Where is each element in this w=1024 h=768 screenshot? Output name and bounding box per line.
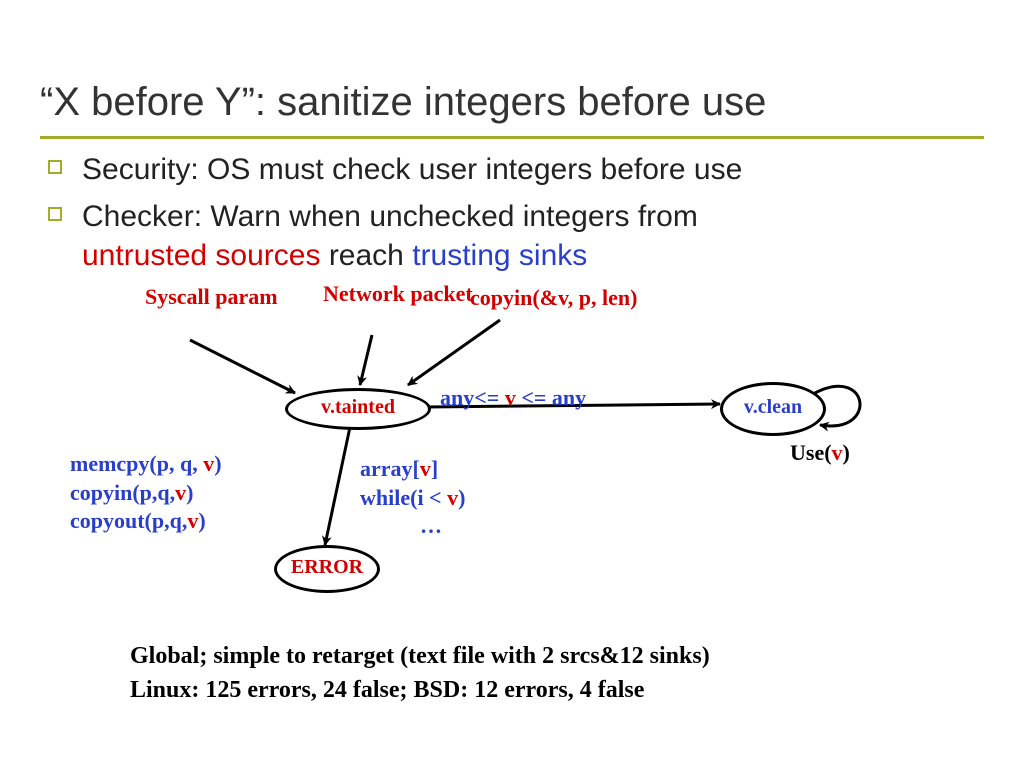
bullet-2-pre: Checker: Warn when unchecked integers fr… [82, 200, 698, 233]
sink-memcpy: memcpy(p, q, v) [70, 450, 222, 479]
any-right: <= any [516, 385, 586, 410]
footnote-line-2: Linux: 125 errors, 24 false; BSD: 12 err… [130, 674, 710, 708]
footnote-area: Global; simple to retarget (text file wi… [130, 640, 710, 707]
diagram-area: Syscall param Network packet copyin(&v, … [70, 285, 970, 615]
footnote-line-1: Global; simple to retarget (text file wi… [130, 640, 710, 674]
label-network-text: Network packet [323, 281, 473, 306]
node-clean: v.clean [720, 382, 826, 436]
label-syscall-text: Syscall param [145, 285, 255, 309]
copyout-post: ) [198, 508, 205, 533]
while-pre: while(i < [360, 485, 447, 510]
transition-any-check: any<= v <= any [440, 385, 586, 411]
array-v: v [420, 456, 431, 481]
memcpy-pre: memcpy(p, q, [70, 451, 203, 476]
memcpy-post: ) [214, 451, 221, 476]
use-pre: Use( [790, 440, 832, 465]
label-use-v: Use(v) [790, 440, 850, 466]
label-copyin-top-text: copyin(&v, p, len) [470, 285, 637, 310]
node-tainted-text: v.tainted [321, 396, 395, 418]
copyout-v: v [187, 508, 198, 533]
while-post: ) [458, 485, 465, 510]
slide-title: “X before Y”: sanitize integers before u… [40, 80, 766, 125]
sink-array: array[v] [360, 455, 465, 484]
sink-list-right: array[v] while(i < v) … [360, 455, 465, 541]
memcpy-v: v [203, 451, 214, 476]
bullet-list: Security: OS must check user integers be… [48, 150, 742, 283]
while-v: v [447, 485, 458, 510]
bullet-2-red: untrusted sources [82, 239, 320, 272]
copyin2-v: v [175, 480, 186, 505]
sink-copyout: copyout(p,q,v) [70, 507, 222, 536]
bullet-2-blue: trusting sinks [412, 239, 587, 272]
bullet-2-mid: reach [329, 239, 412, 272]
bullet-2: Checker: Warn when unchecked integers fr… [48, 197, 742, 275]
use-post: ) [843, 440, 850, 465]
sink-ellipsis: … [360, 512, 465, 541]
sink-while: while(i < v) [360, 484, 465, 513]
node-tainted: v.tainted [285, 388, 431, 430]
node-clean-text: v.clean [744, 396, 802, 418]
array-pre: array[ [360, 456, 420, 481]
array-post: ] [431, 456, 438, 481]
use-v: v [832, 440, 843, 465]
bullet-1-text: Security: OS must check user integers be… [82, 153, 742, 186]
label-network-packet: Network packet [323, 282, 443, 306]
node-error: ERROR [274, 545, 380, 593]
sink-copyin: copyin(p,q,v) [70, 479, 222, 508]
any-v: v [505, 385, 516, 410]
node-error-text: ERROR [291, 556, 363, 578]
copyin2-post: ) [186, 480, 193, 505]
copyout-pre: copyout(p,q, [70, 508, 187, 533]
label-copyin-top: copyin(&v, p, len) [470, 285, 637, 311]
bullet-1: Security: OS must check user integers be… [48, 150, 742, 189]
label-syscall-param: Syscall param [145, 285, 255, 309]
any-left: any<= [440, 385, 505, 410]
sink-list-left: memcpy(p, q, v) copyin(p,q,v) copyout(p,… [70, 450, 222, 536]
title-divider [40, 136, 984, 139]
copyin2-pre: copyin(p,q, [70, 480, 175, 505]
